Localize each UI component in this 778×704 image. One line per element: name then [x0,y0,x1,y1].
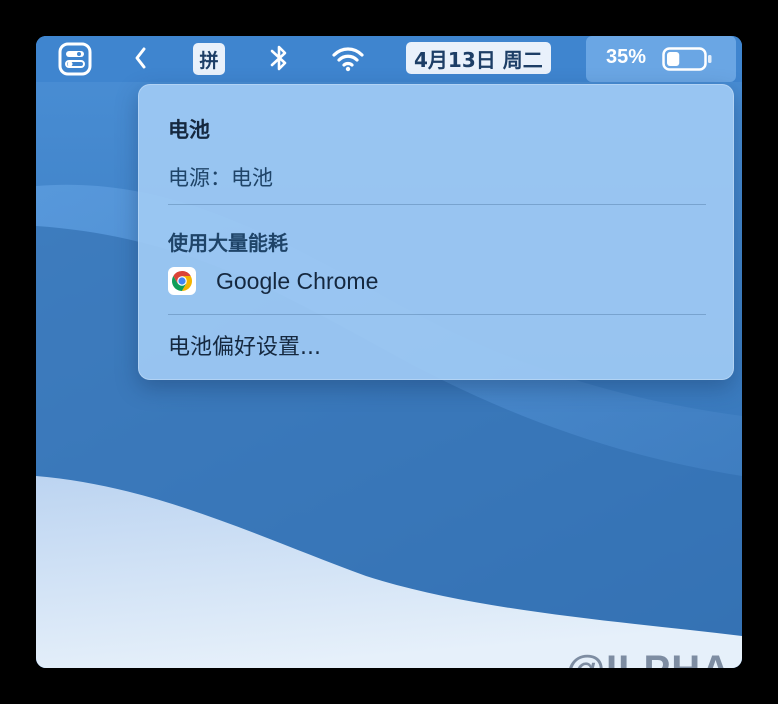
desktop-screen: 拼 4月13日 周二 35% 电池 电源：电池 使用大量能耗 Google Ch… [36,36,742,668]
battery-preferences-item[interactable]: 电池偏好设置... [162,326,712,364]
menu-divider [168,204,706,205]
menu-divider [168,314,706,315]
input-method-indicator[interactable]: 拼 [193,43,225,75]
battery-level-fill [667,52,680,66]
chevron-left-icon[interactable] [133,45,147,71]
date-clock[interactable]: 4月13日 周二 [406,42,551,74]
wifi-icon[interactable] [331,46,365,72]
energy-app-item-google-chrome[interactable]: Google Chrome [162,262,712,300]
power-source-label: 电源：电池 [168,166,273,190]
bluetooth-icon[interactable] [268,42,290,74]
battery-menu-popup: 电池 电源：电池 使用大量能耗 Google Chrome 电池偏好设置... [138,84,734,380]
watermark: @ILPHA [566,648,731,668]
battery-menu-title: 电池 [168,118,210,142]
battery-icon [662,47,712,71]
significant-energy-heading: 使用大量能耗 [168,231,288,255]
menu-bar: 拼 4月13日 周二 35% [36,36,742,82]
chrome-icon [168,267,196,295]
app-name: Google Chrome [216,267,379,294]
battery-status-item[interactable]: 35% [586,36,736,82]
battery-percentage: 35% [606,46,647,68]
battery-preferences-label: 电池偏好设置... [168,335,321,360]
control-center-icon[interactable] [58,42,92,76]
